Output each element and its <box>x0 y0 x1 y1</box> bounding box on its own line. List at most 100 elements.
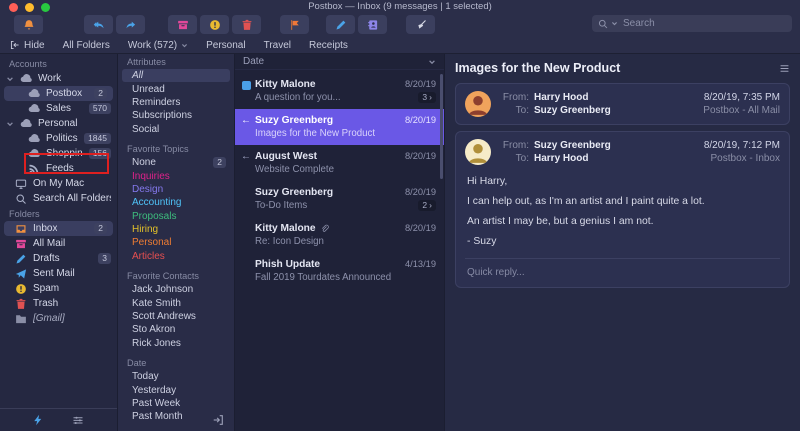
sidebar-bottom-bar <box>0 408 117 431</box>
sidebar-item-work[interactable]: Work <box>0 71 117 86</box>
thread-expand-icon: › <box>429 92 432 103</box>
reading-pane: Images for the New Product From:Harry Ho… <box>445 54 800 431</box>
topic-articles[interactable]: Articles <box>118 250 234 263</box>
topic-proposals[interactable]: Proposals <box>118 210 234 223</box>
archive-icon <box>177 19 189 31</box>
quick-post-button[interactable] <box>32 414 44 426</box>
attribute-unread[interactable]: Unread <box>118 82 234 95</box>
message-row[interactable]: Suzy Greenberg8/20/19 To-Do Items 2› <box>235 181 444 217</box>
attribute-social[interactable]: Social <box>118 123 234 136</box>
filter-travel[interactable]: Travel <box>264 40 291 51</box>
folder-item-sent-mail[interactable]: Sent Mail <box>0 266 117 281</box>
message-row[interactable]: Kitty Malone8/20/19 A question for you..… <box>235 73 444 109</box>
chevron-down-icon[interactable] <box>6 75 14 83</box>
date-past-week[interactable]: Past Week <box>118 397 234 410</box>
folder-item-spam[interactable]: Spam <box>0 281 117 296</box>
forward-button[interactable] <box>116 15 145 34</box>
topic-inquiries[interactable]: Inquiries <box>118 169 234 182</box>
message-header[interactable]: From:Suzy Greenberg To:Harry Hood 8/20/1… <box>465 139 780 165</box>
sidebar-item-feeds[interactable]: Feeds <box>0 161 117 176</box>
filter-personal[interactable]: Personal <box>206 40 245 51</box>
message-list: Date Kitty Malone8/20/19 A question for … <box>235 54 445 431</box>
notifications-button[interactable] <box>14 15 43 34</box>
rss-icon <box>28 163 40 175</box>
sidebar-item-personal[interactable]: Personal <box>0 116 117 131</box>
attribute-all[interactable]: All <box>122 69 230 82</box>
sidebar-item-search-all-folders[interactable]: Search All Folders <box>0 191 117 206</box>
compose-button[interactable] <box>326 15 355 34</box>
message-menu-button[interactable] <box>779 63 790 74</box>
cloud-account-icon <box>28 88 40 100</box>
folder-item-all-mail[interactable]: All Mail <box>0 236 117 251</box>
flag-icon <box>289 19 301 31</box>
search-input[interactable] <box>621 17 786 30</box>
filter-receipts[interactable]: Receipts <box>309 40 348 51</box>
message-row[interactable]: Kitty Malone 8/20/19 Re: Icon Design <box>235 217 444 253</box>
sidebar-item-sales[interactable]: Sales 570 <box>0 101 117 116</box>
flag-button[interactable] <box>280 15 309 34</box>
topic-none[interactable]: None 2 <box>118 156 234 169</box>
topic-personal[interactable]: Personal <box>118 236 234 249</box>
delete-button[interactable] <box>232 15 261 34</box>
folder-item-trash[interactable]: Spam Trash <box>0 296 117 311</box>
titlebar: Postbox — Inbox (9 messages | 1 selected… <box>0 0 800 13</box>
message-row-selected[interactable]: ← Suzy Greenberg8/20/19 Images for the N… <box>235 109 444 145</box>
filter-all-folders[interactable]: All Folders <box>63 40 110 51</box>
attribute-subscriptions[interactable]: Subscriptions <box>118 109 234 122</box>
replied-arrow-icon: ← <box>240 150 252 176</box>
sort-header[interactable]: Date <box>235 54 444 70</box>
sidebar-item-politics[interactable]: Politics 1845 <box>0 131 117 146</box>
search-icon <box>598 19 608 29</box>
date-yesterday[interactable]: Yesterday <box>118 383 234 396</box>
reply-button[interactable] <box>84 15 113 34</box>
sidebar-item-postbox[interactable]: Postbox 2 <box>4 86 113 101</box>
contact-jack-johnson[interactable]: Jack Johnson <box>118 283 234 296</box>
count-badge: 3 <box>98 253 111 264</box>
search-box <box>592 15 792 32</box>
folder-item-gmail[interactable]: [Gmail] <box>0 311 117 326</box>
close-button[interactable] <box>9 3 18 12</box>
contact-kate-smith[interactable]: Kate Smith <box>118 296 234 309</box>
postbox-window: Postbox — Inbox (9 messages | 1 selected… <box>0 0 800 431</box>
contact-scott-andrews[interactable]: Scott Andrews <box>118 310 234 323</box>
date-today[interactable]: Today <box>118 370 234 383</box>
filter-work[interactable]: Work (572) <box>128 40 188 51</box>
attribute-reminders[interactable]: Reminders <box>118 96 234 109</box>
hide-panel-button[interactable]: Hide <box>10 40 45 51</box>
filter-settings-button[interactable] <box>72 414 84 426</box>
message-row[interactable]: Phish Update4/13/19 Fall 2019 Tourdates … <box>235 253 444 289</box>
contact-rick-jones[interactable]: Rick Jones <box>118 337 234 350</box>
minimize-button[interactable] <box>25 3 34 12</box>
trash-icon <box>241 19 253 31</box>
zoom-button[interactable] <box>41 3 50 12</box>
folder-item-drafts[interactable]: Drafts 3 <box>0 251 117 266</box>
scrollbar-thumb[interactable] <box>440 74 443 179</box>
archive-icon <box>15 238 27 250</box>
sidebar-item-on-my-mac[interactable]: On My Mac <box>0 176 117 191</box>
collapse-panel-button[interactable] <box>212 414 224 426</box>
topic-hiring[interactable]: Hiring <box>118 223 234 236</box>
chevron-down-icon[interactable] <box>6 120 14 128</box>
sidebar-item-shopping[interactable]: Shopping 156 <box>0 146 117 161</box>
contact-sto-akron[interactable]: Sto Akron <box>118 323 234 336</box>
chevron-down-icon[interactable] <box>611 20 618 27</box>
thread-count-badge[interactable]: 2› <box>418 200 436 211</box>
date-filter-header: Date <box>118 355 234 370</box>
quick-reply-field[interactable]: Quick reply... <box>465 259 780 280</box>
message-body: Hi Harry, I can help out, as I'm an arti… <box>465 165 780 247</box>
reply-icon <box>93 19 105 31</box>
unread-badge: 2 <box>94 223 107 234</box>
bell-icon <box>23 19 35 31</box>
inbox-icon <box>15 223 27 235</box>
topic-design[interactable]: Design <box>118 183 234 196</box>
topic-accounting[interactable]: Accounting <box>118 196 234 209</box>
thread-count-badge[interactable]: 3› <box>418 92 436 103</box>
message-row[interactable]: ← August West8/20/19 Website Complete <box>235 145 444 181</box>
archive-button[interactable] <box>168 15 197 34</box>
sweep-button[interactable] <box>406 15 435 34</box>
spam-button[interactable] <box>200 15 229 34</box>
message-header[interactable]: From:Harry Hood To:Suzy Greenberg 8/20/1… <box>465 91 780 117</box>
contacts-button[interactable] <box>358 15 387 34</box>
folder-item-inbox[interactable]: Inbox 2 <box>4 221 113 236</box>
broom-icon <box>415 19 427 31</box>
